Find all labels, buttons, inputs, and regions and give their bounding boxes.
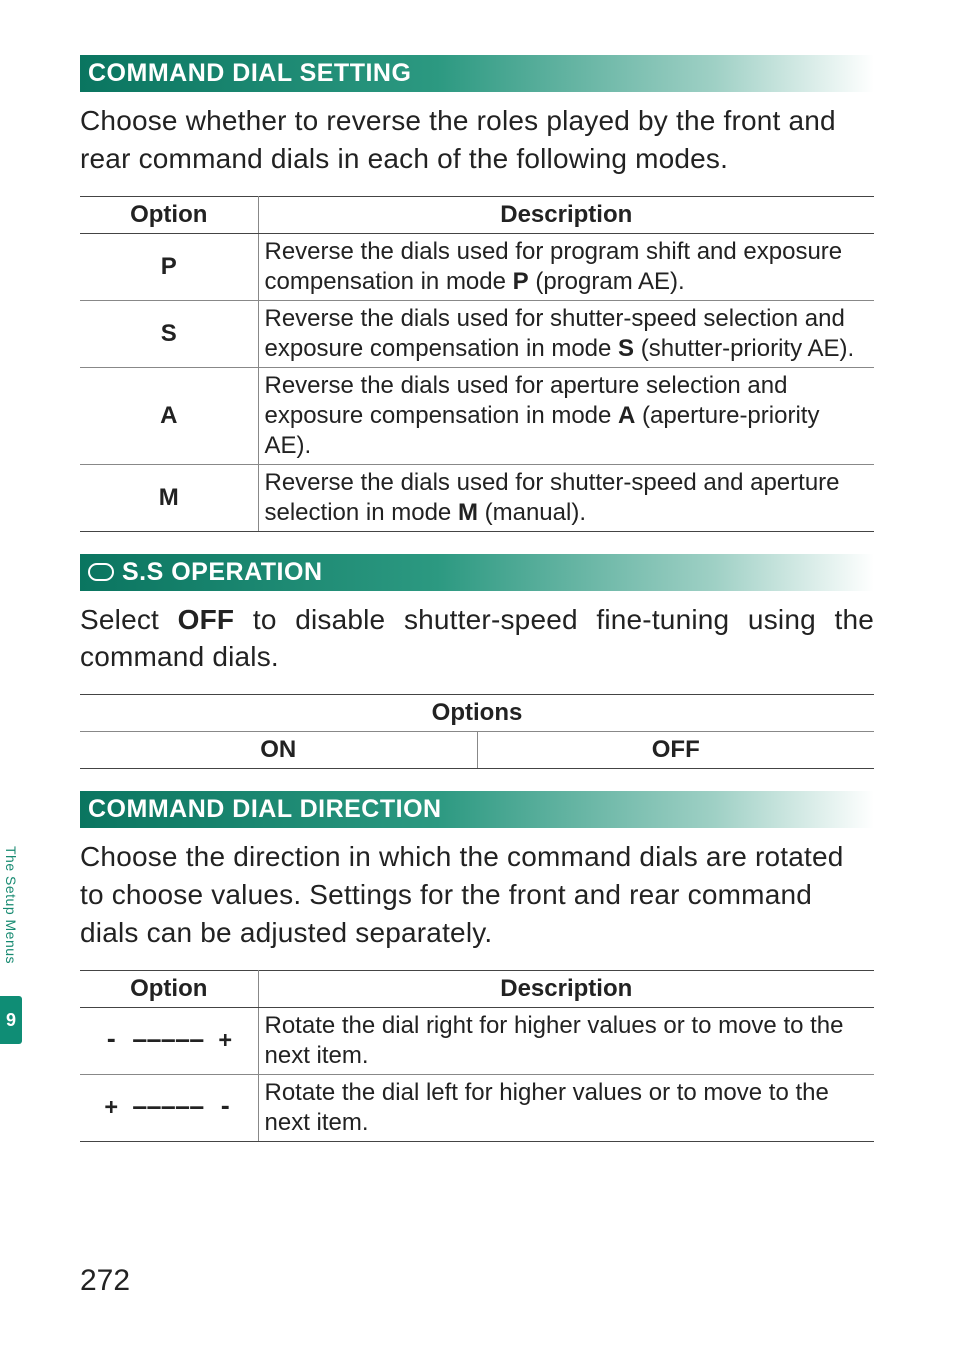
table-row: S Reverse the dials used for shutter-spe… xyxy=(80,300,874,367)
dial-direction-normal-icon: - ‒‒‒‒‒ + xyxy=(80,1007,258,1074)
description-cell: Reverse the dials used for shutter-speed… xyxy=(258,300,874,367)
table-ss-operation-options: Options ON OFF xyxy=(80,694,874,769)
table-command-dial-direction: Option Description - ‒‒‒‒‒ + Rotate the … xyxy=(80,970,874,1142)
option-on: ON xyxy=(80,732,477,769)
section-header-command-dial-direction: COMMAND DIAL DIRECTION xyxy=(80,791,874,828)
side-tab-chapter-badge: 9 xyxy=(0,996,22,1044)
section-header-command-dial-setting: COMMAND DIAL SETTING xyxy=(80,55,874,92)
section-header-ss-operation: S.S OPERATION xyxy=(80,554,874,591)
description-cell: Reverse the dials used for shutter-speed… xyxy=(258,464,874,531)
description-cell: Reverse the dials used for program shift… xyxy=(258,233,874,300)
description-cell: Reverse the dials used for aperture sele… xyxy=(258,367,874,464)
option-cell: A xyxy=(80,367,258,464)
option-cell: S xyxy=(80,300,258,367)
shutter-speed-icon xyxy=(88,563,114,581)
section-intro-command-dial-setting: Choose whether to reverse the roles play… xyxy=(80,102,874,178)
table-row: P Reverse the dials used for program shi… xyxy=(80,233,874,300)
side-tab: The Setup Menus 9 xyxy=(0,820,22,1060)
section-intro-ss-operation: Select OFF to disable shutter-speed fine… xyxy=(80,601,874,677)
table-command-dial-setting: Option Description P Reverse the dials u… xyxy=(80,196,874,532)
table-row: M Reverse the dials used for shutter-spe… xyxy=(80,464,874,531)
dial-direction-reverse-icon: + ‒‒‒‒‒ - xyxy=(80,1074,258,1141)
section-intro-command-dial-direction: Choose the direction in which the comman… xyxy=(80,838,874,951)
table-header-description: Description xyxy=(258,970,874,1007)
description-cell: Rotate the dial left for higher values o… xyxy=(258,1074,874,1141)
description-cell: Rotate the dial right for higher values … xyxy=(258,1007,874,1074)
table-header-option: Option xyxy=(80,196,258,233)
option-cell: P xyxy=(80,233,258,300)
table-row: - ‒‒‒‒‒ + Rotate the dial right for high… xyxy=(80,1007,874,1074)
table-row: + ‒‒‒‒‒ - Rotate the dial left for highe… xyxy=(80,1074,874,1141)
table-header-description: Description xyxy=(258,196,874,233)
option-cell: M xyxy=(80,464,258,531)
option-off: OFF xyxy=(477,732,874,769)
table-header-option: Option xyxy=(80,970,258,1007)
table-row: ON OFF xyxy=(80,732,874,769)
table-row: A Reverse the dials used for aperture se… xyxy=(80,367,874,464)
side-tab-label: The Setup Menus xyxy=(3,820,19,990)
section-title-text: S.S OPERATION xyxy=(122,558,323,587)
table-header-options: Options xyxy=(80,695,874,732)
page-number: 272 xyxy=(80,1264,130,1298)
